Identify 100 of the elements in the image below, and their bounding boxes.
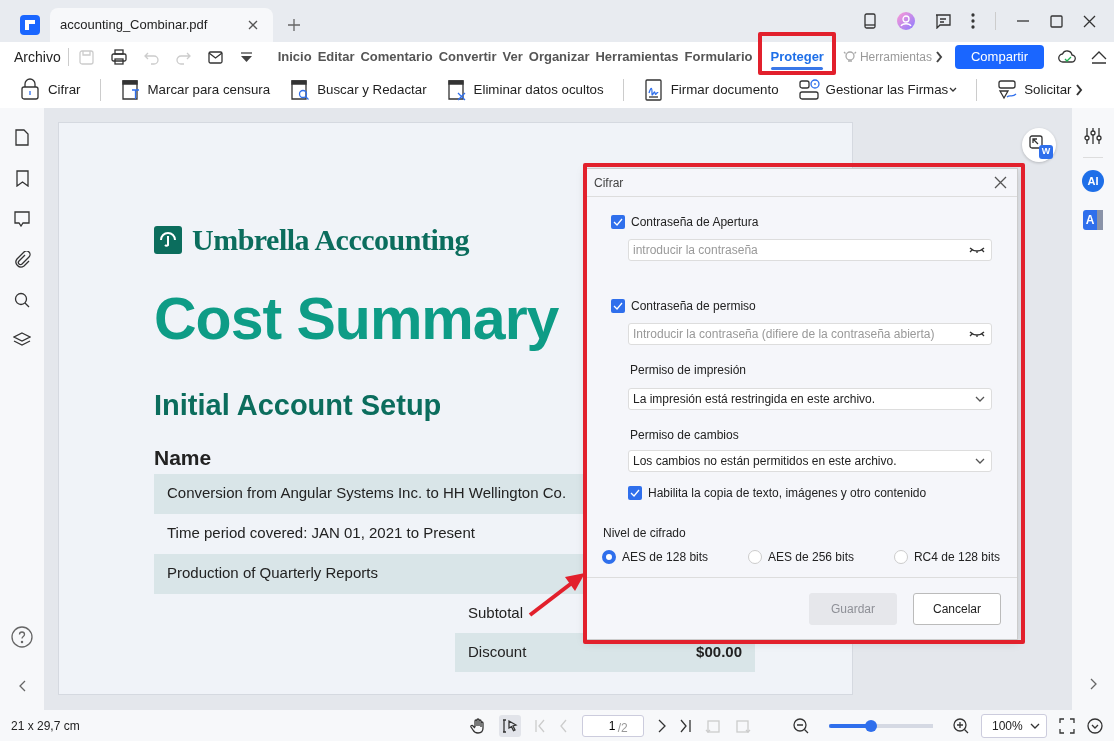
radio-label[interactable]: RC4 de 128 bits — [913, 548, 1000, 566]
zoom-out-icon[interactable] — [793, 717, 809, 734]
eye-closed-icon[interactable] — [969, 246, 985, 254]
cursor-icon — [501, 717, 518, 734]
toolbar-button[interactable]: Firmar documento — [642, 78, 779, 102]
sliders-icon[interactable] — [1084, 127, 1102, 145]
add-tab-icon[interactable] — [287, 18, 302, 32]
dialog-title: Cifrar — [594, 174, 624, 192]
next-page-icon[interactable] — [657, 718, 666, 733]
toolbar-button[interactable]: Solicitar — [996, 78, 1072, 102]
cancel-button[interactable]: Cancelar — [913, 592, 1001, 625]
expand-circle-icon[interactable] — [1087, 717, 1103, 734]
menu-tab[interactable]: Comentario — [357, 42, 436, 72]
chevron-down-icon — [975, 396, 985, 402]
menu-tab[interactable]: Inicio — [274, 42, 315, 72]
radio-button[interactable] — [602, 550, 616, 564]
bookmark-icon[interactable] — [14, 170, 30, 187]
fit-page-icon[interactable] — [1059, 717, 1075, 734]
signatures-icon — [797, 78, 820, 102]
menu-tab[interactable]: Convertir — [435, 42, 500, 72]
dropdown-field[interactable]: La impresión está restringida en este archivo. — [628, 388, 992, 410]
field-label: Permiso de cambios — [630, 427, 740, 444]
dropdown-icon[interactable] — [239, 51, 253, 63]
table-row-text: Time period covered: JAN 01, 2021 to Present — [166, 523, 476, 544]
radio-button[interactable] — [747, 550, 762, 564]
menu-tab[interactable]: Herramientas — [592, 42, 682, 72]
toolbar-button[interactable]: Eliminar datos ocultos — [445, 78, 604, 102]
share-button[interactable]: Compartir — [954, 45, 1045, 69]
dropdown-field[interactable]: Los cambios no están permitidos en este archivo. — [628, 450, 992, 472]
translate-button[interactable]: A — [1083, 210, 1103, 230]
menu-tab[interactable]: Proteger — [767, 42, 827, 72]
menu-tab[interactable]: Organizar — [525, 42, 593, 72]
checkbox-label[interactable]: Contraseña de Apertura — [631, 213, 759, 231]
ai-button[interactable]: AI — [1082, 170, 1104, 192]
maximize-icon[interactable] — [1050, 14, 1063, 28]
paperclip-icon[interactable] — [13, 251, 31, 268]
checkbox-label[interactable]: Contraseña de permiso — [631, 297, 756, 315]
lock-icon — [20, 78, 42, 102]
close-icon[interactable] — [1083, 14, 1096, 28]
checkbox-label[interactable]: Habilita la copia de texto, imágenes y otro contenido — [648, 484, 927, 502]
close-icon[interactable] — [247, 19, 260, 31]
hand-icon[interactable] — [469, 717, 485, 734]
radio-label[interactable]: AES de 128 bits — [622, 548, 709, 566]
avatar-icon[interactable] — [897, 12, 915, 30]
menu-tab[interactable]: Formulario — [681, 42, 756, 72]
toolbar-button[interactable]: Cifrar — [20, 78, 81, 102]
toolbar-button[interactable]: Gestionar las Firmas — [797, 78, 958, 102]
total-label: Discount — [468, 641, 527, 662]
check-icon — [630, 489, 640, 497]
checkbox[interactable] — [611, 215, 625, 229]
print-icon[interactable] — [110, 49, 127, 65]
bulb-icon — [842, 50, 857, 64]
menu-tab[interactable]: Ver — [499, 42, 526, 72]
mail-icon[interactable] — [207, 49, 223, 65]
scroll-right-icon[interactable] — [1074, 84, 1083, 96]
radio-button[interactable] — [893, 550, 908, 564]
total-value: $00.00 — [696, 641, 742, 662]
collapse-icon[interactable] — [1091, 50, 1108, 64]
password-field[interactable]: introducir la contraseña — [628, 239, 992, 261]
chevron-down-icon — [975, 458, 985, 464]
chat-icon[interactable] — [935, 13, 951, 29]
more-icon[interactable] — [971, 13, 975, 29]
caret-icon — [949, 87, 958, 93]
toolbar-button[interactable]: Marcar para censura — [119, 78, 271, 102]
caret-icon — [1030, 722, 1040, 729]
document-t-icon — [119, 78, 142, 102]
radio-label[interactable]: AES de 256 bits — [767, 548, 855, 566]
menu-tab[interactable]: Editar — [314, 42, 358, 72]
cloud-check-icon[interactable] — [1058, 49, 1077, 65]
zoom-in-icon[interactable] — [953, 717, 969, 734]
check-icon — [613, 218, 623, 226]
checkbox[interactable] — [628, 486, 642, 500]
toolbar-button[interactable]: Buscar y Redactar — [289, 78, 427, 102]
file-menu[interactable]: Archivo — [11, 42, 64, 72]
brand-name: Umbrella Acccounting — [192, 222, 469, 258]
page-icon[interactable] — [14, 129, 30, 146]
document-tab[interactable]: accounting_Combinar.pdf — [50, 8, 274, 42]
collapse-left-icon[interactable] — [18, 680, 26, 692]
tablet-icon[interactable] — [863, 13, 877, 29]
table-row: Conversion from Angular Systems Inc. to HH Wellington Co. — [154, 473, 584, 514]
checkbox[interactable] — [611, 299, 625, 313]
help-icon[interactable] — [11, 626, 33, 648]
field-label: Permiso de impresión — [630, 362, 748, 379]
slider-thumb[interactable] — [864, 719, 877, 732]
password-field[interactable]: Introducir la contraseña (difiere de la contraseña abierta) — [628, 323, 992, 345]
expand-right-icon[interactable] — [1089, 678, 1097, 690]
select-tool-button[interactable] — [498, 714, 521, 737]
check-icon — [613, 302, 623, 310]
layers-icon[interactable] — [13, 332, 31, 346]
chevron-right-icon[interactable] — [934, 51, 943, 63]
last-page-icon[interactable] — [679, 718, 691, 733]
search-icon[interactable] — [14, 292, 30, 308]
page-total: /2 — [617, 719, 628, 737]
zoom-dropdown[interactable]: 100% — [981, 713, 1047, 738]
close-icon[interactable] — [994, 176, 1007, 189]
page-size: 21 x 29,7 cm — [11, 717, 80, 735]
comment-icon[interactable] — [14, 211, 30, 227]
umbrella-logo-icon — [154, 225, 182, 254]
eye-closed-icon[interactable] — [969, 330, 985, 338]
field-label: Nivel de cifrado — [603, 525, 687, 542]
